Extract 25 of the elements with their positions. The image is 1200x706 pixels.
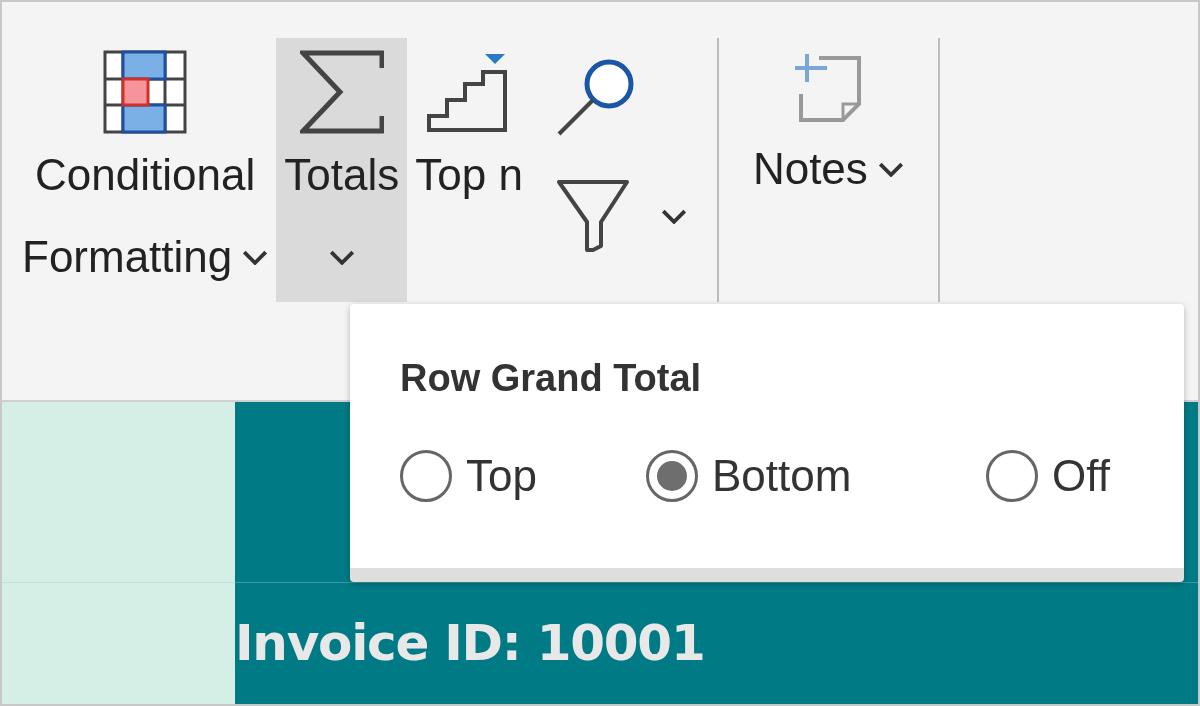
chevron-down-icon	[242, 249, 269, 265]
chevron-down-icon	[877, 161, 904, 177]
button-label: Totals	[284, 153, 400, 197]
button-label: Notes	[752, 147, 868, 191]
totals-button[interactable]: Totals	[276, 38, 408, 302]
radio-option[interactable]: Top	[400, 443, 646, 509]
top-n-button[interactable]: Top n	[407, 38, 531, 302]
chevron-down-icon	[660, 208, 687, 224]
radio-button[interactable]	[646, 450, 698, 502]
popup-title: Row Grand Total	[400, 356, 703, 401]
radio-option[interactable]: Off	[986, 443, 1110, 509]
button-label: Top n	[415, 153, 523, 197]
button-label: Formatting	[22, 235, 233, 279]
button-label: Conditional	[35, 153, 256, 197]
highlighted-table-icon	[103, 50, 188, 134]
filter-button[interactable]	[554, 178, 687, 254]
row-label: Invoice ID: 10001	[235, 613, 705, 674]
filter-icon	[554, 178, 631, 254]
chevron-down-icon	[328, 249, 355, 265]
radio-option[interactable]: Bottom	[646, 443, 986, 509]
radio-button[interactable]	[400, 450, 452, 502]
radio-button[interactable]	[986, 450, 1038, 502]
sigma-icon	[299, 50, 384, 134]
conditional-formatting-button[interactable]: Conditional Formatting	[14, 38, 277, 302]
notes-button[interactable]: Notes	[718, 38, 938, 302]
